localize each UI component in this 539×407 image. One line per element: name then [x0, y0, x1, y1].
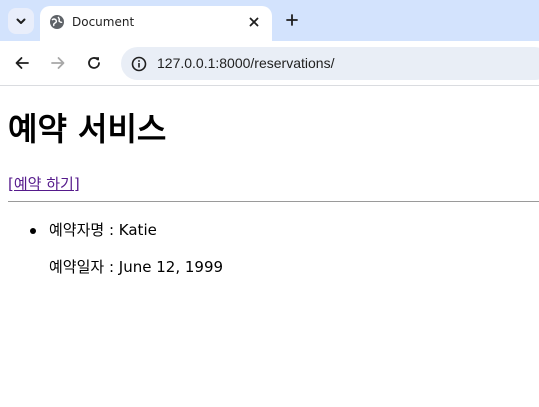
- page-title: 예약 서비스: [8, 110, 167, 148]
- separator: :: [104, 258, 119, 276]
- reservation-list: 예약자명 : Katie 예약일자 : June 12, 1999: [0, 220, 223, 277]
- address-bar[interactable]: 127.0.0.1:8000/reservations/: [121, 47, 539, 80]
- forward-button[interactable]: [47, 52, 69, 74]
- url-text: 127.0.0.1:8000/reservations/: [157, 55, 335, 71]
- close-icon: [249, 17, 259, 27]
- divider: [8, 201, 539, 202]
- chevron-down-icon: [16, 18, 26, 24]
- reservation-date-label: 예약일자: [49, 258, 105, 276]
- browser-toolbar: 127.0.0.1:8000/reservations/: [0, 41, 539, 86]
- make-reservation-link[interactable]: [예약 하기]: [8, 174, 80, 194]
- tab-title: Document: [72, 15, 135, 29]
- arrow-right-icon: [51, 57, 65, 69]
- bullet-icon: [30, 228, 36, 234]
- separator: :: [104, 221, 119, 239]
- reserver-name-line: 예약자명 : Katie: [49, 220, 223, 240]
- page-content: 예약 서비스 [예약 하기] 예약자명 : Katie 예약일자 : June …: [0, 87, 539, 407]
- back-button[interactable]: [11, 52, 33, 74]
- reservation-date-value: June 12, 1999: [118, 258, 224, 276]
- arrow-left-icon: [15, 57, 29, 69]
- tab-strip: Document: [0, 0, 539, 41]
- site-info-button[interactable]: [127, 52, 151, 76]
- reload-icon: [88, 57, 100, 69]
- close-tab-button[interactable]: [245, 13, 263, 31]
- globe-icon: [50, 15, 64, 29]
- browser-tab[interactable]: Document: [40, 6, 272, 41]
- new-tab-button[interactable]: [281, 9, 303, 31]
- reserver-name-label: 예약자명: [49, 221, 105, 239]
- list-item: 예약자명 : Katie 예약일자 : June 12, 1999: [0, 220, 223, 277]
- info-icon: [131, 56, 147, 72]
- reload-button[interactable]: [83, 52, 105, 74]
- plus-icon: [286, 14, 298, 26]
- reserver-name-value: Katie: [118, 221, 157, 239]
- reservation-date-line: 예약일자 : June 12, 1999: [49, 257, 223, 277]
- tab-search-button[interactable]: [8, 8, 34, 34]
